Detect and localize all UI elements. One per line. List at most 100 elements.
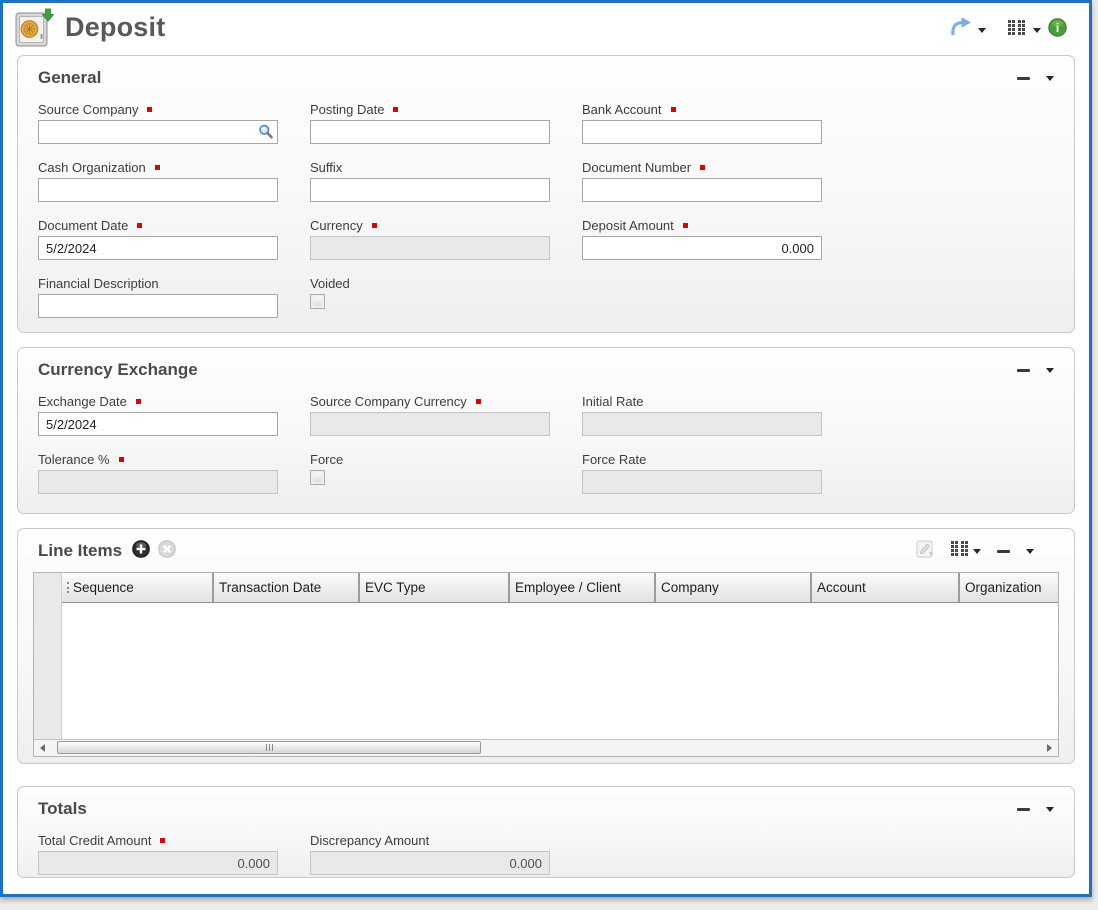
force-checkbox[interactable] (310, 470, 325, 485)
source-company-input[interactable] (38, 120, 278, 144)
force-rate-label: Force Rate (582, 452, 646, 467)
field-cash-organization: Cash Organization (38, 159, 278, 202)
required-marker (476, 399, 481, 404)
columns-icon[interactable] (1008, 19, 1026, 41)
force-label: Force (310, 452, 343, 467)
posting-date-label: Posting Date (310, 102, 384, 117)
column-header-company[interactable]: Company (654, 573, 810, 602)
column-header-evc-type[interactable]: EVC Type (358, 573, 508, 602)
field-initial-rate: Initial Rate (582, 393, 822, 436)
required-marker (155, 165, 160, 170)
field-exchange-date: Exchange Date (38, 393, 278, 436)
document-number-input[interactable] (582, 178, 822, 202)
page-title: Deposit (65, 12, 165, 43)
discrepancy-amount-input (310, 851, 550, 875)
required-marker (683, 223, 688, 228)
column-header-transaction-date[interactable]: Transaction Date (212, 573, 358, 602)
financial-description-input[interactable] (38, 294, 278, 318)
initial-rate-label: Initial Rate (582, 394, 643, 409)
required-marker (393, 107, 398, 112)
header-toolbar: i (949, 18, 1067, 42)
cash-organization-input[interactable] (38, 178, 278, 202)
line-items-grid: Sequence Transaction Date EVC Type Emplo… (33, 572, 1059, 757)
caret-down-icon[interactable] (973, 549, 981, 554)
document-date-label: Document Date (38, 218, 128, 233)
initial-rate-input (582, 412, 822, 436)
suffix-input[interactable] (310, 178, 550, 202)
source-company-label: Source Company (38, 102, 138, 117)
scroll-right-arrow[interactable] (1041, 741, 1058, 756)
exchange-date-input[interactable] (38, 412, 278, 436)
collapse-minus-icon[interactable] (1017, 808, 1030, 811)
scrollbar-track[interactable] (51, 741, 1041, 756)
field-currency: Currency (310, 217, 550, 260)
general-section-title: General (38, 68, 101, 88)
add-icon[interactable] (132, 540, 150, 563)
bank-account-input[interactable] (582, 120, 822, 144)
section-line-items: Line Items (17, 528, 1075, 764)
section-totals: Totals Total Credit Amount Discrepancy A… (17, 786, 1075, 878)
columns-icon[interactable] (951, 540, 969, 562)
line-items-section-title: Line Items (38, 541, 122, 561)
column-header-sequence[interactable]: Sequence (62, 573, 212, 602)
field-source-company-currency: Source Company Currency (310, 393, 550, 436)
required-marker (147, 107, 152, 112)
exchange-date-label: Exchange Date (38, 394, 127, 409)
edit-grid-icon (915, 539, 935, 564)
row-selector-column (34, 573, 62, 739)
force-rate-input (582, 470, 822, 494)
caret-down-icon[interactable] (978, 28, 986, 33)
caret-down-icon[interactable] (1046, 76, 1054, 81)
financial-description-label: Financial Description (38, 276, 159, 291)
field-financial-description: Financial Description (38, 275, 278, 318)
field-voided: Voided (310, 275, 550, 318)
section-currency-exchange: Currency Exchange Exchange Date Source C… (17, 347, 1075, 514)
field-total-credit-amount: Total Credit Amount (38, 832, 278, 875)
posting-date-input[interactable] (310, 120, 550, 144)
column-drag-handle[interactable] (67, 582, 69, 593)
document-date-input[interactable] (38, 236, 278, 260)
field-suffix: Suffix (310, 159, 550, 202)
horizontal-scrollbar[interactable] (34, 739, 1058, 756)
collapse-minus-icon[interactable] (1017, 77, 1030, 80)
required-marker (136, 399, 141, 404)
workflow-arrow-icon[interactable] (949, 18, 971, 42)
field-tolerance-pct: Tolerance % (38, 451, 278, 494)
deposit-amount-input[interactable] (582, 236, 822, 260)
totals-section-title: Totals (38, 799, 87, 819)
caret-down-icon[interactable] (1046, 368, 1054, 373)
bank-account-label: Bank Account (582, 102, 662, 117)
scroll-left-arrow[interactable] (34, 741, 51, 756)
total-credit-amount-input (38, 851, 278, 875)
collapse-minus-icon[interactable] (997, 550, 1010, 553)
discrepancy-amount-label: Discrepancy Amount (310, 833, 429, 848)
field-force: Force (310, 451, 550, 494)
caret-down-icon[interactable] (1033, 28, 1041, 33)
column-header-account[interactable]: Account (810, 573, 958, 602)
currency-label: Currency (310, 218, 363, 233)
field-force-rate: Force Rate (582, 451, 822, 494)
tolerance-pct-label: Tolerance % (38, 452, 110, 467)
column-header-employee-client[interactable]: Employee / Client (508, 573, 654, 602)
info-icon[interactable]: i (1048, 18, 1067, 42)
field-posting-date: Posting Date (310, 101, 550, 144)
source-company-currency-label: Source Company Currency (310, 394, 467, 409)
field-bank-account: Bank Account (582, 101, 822, 144)
scrollbar-thumb[interactable] (57, 741, 481, 754)
required-marker (671, 107, 676, 112)
field-discrepancy-amount: Discrepancy Amount (310, 832, 550, 875)
collapse-minus-icon[interactable] (1017, 369, 1030, 372)
voided-checkbox[interactable] (310, 294, 325, 309)
cash-organization-label: Cash Organization (38, 160, 146, 175)
document-number-label: Document Number (582, 160, 691, 175)
column-header-organization[interactable]: Organization (958, 573, 1058, 602)
search-icon[interactable] (258, 124, 274, 145)
required-marker (119, 457, 124, 462)
required-marker (160, 838, 165, 843)
required-marker (700, 165, 705, 170)
source-company-currency-input (310, 412, 550, 436)
caret-down-icon[interactable] (1046, 807, 1054, 812)
deposit-amount-label: Deposit Amount (582, 218, 674, 233)
caret-down-icon[interactable] (1026, 549, 1034, 554)
svg-text:i: i (1056, 21, 1059, 35)
